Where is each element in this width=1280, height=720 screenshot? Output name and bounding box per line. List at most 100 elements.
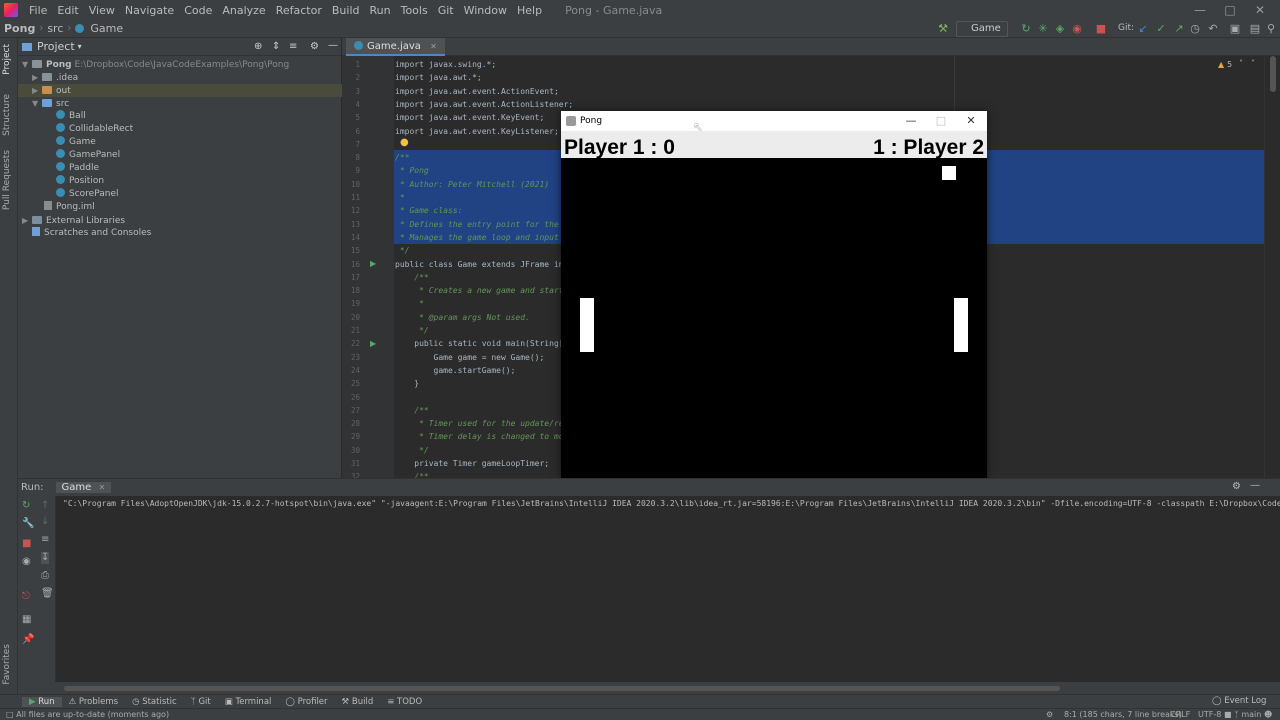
tree-item-pong[interactable]: ▼ Pong E:\Dropbox\Code\JavaCodeExamples\P… (18, 58, 289, 71)
breadcrumb-src[interactable]: src (43, 22, 67, 35)
pong-title-bar[interactable]: Pong — □ ✕ (561, 111, 987, 131)
tree-item-external-libraries[interactable]: ▶ External Libraries (18, 214, 125, 227)
tree-item-scorepanel[interactable]: ScorePanel (18, 188, 119, 201)
git-push-icon[interactable]: ↗ (1172, 22, 1186, 36)
status-message[interactable]: □ All files are up-to-date (moments ago) (6, 709, 169, 720)
menu-file[interactable]: File (24, 4, 52, 17)
breadcrumb-game[interactable]: Game (86, 22, 127, 35)
event-log-button[interactable]: ◯ Event Log (1212, 696, 1266, 706)
menu-tools[interactable]: Tools (396, 4, 433, 17)
collapse-all-icon[interactable]: ≡ (289, 41, 297, 52)
rerun-icon[interactable]: ↻ (1019, 22, 1033, 36)
gear-icon[interactable]: ⚙ (1232, 481, 1241, 492)
tree-item-gamepanel[interactable]: GamePanel (18, 149, 120, 162)
editor-tab-game-java[interactable]: Game.java ✕ (346, 38, 445, 56)
menu-edit[interactable]: Edit (52, 4, 83, 17)
menu-build[interactable]: Build (327, 4, 365, 17)
line-separator[interactable]: CRLF (1170, 709, 1190, 720)
arrow-down-icon[interactable]: ↓ (41, 516, 49, 528)
network-icon[interactable]: ⚙ (1046, 709, 1053, 720)
bottom-tab-profiler[interactable]: ◯ Profiler (278, 697, 334, 707)
project-panel-title[interactable]: Project (37, 40, 75, 53)
bottom-tab-terminal[interactable]: ▣ Terminal (218, 697, 279, 707)
tree-item-ball[interactable]: Ball (18, 110, 86, 123)
close-tab-icon[interactable]: ✕ (430, 42, 437, 51)
chevron-right-icon[interactable]: ▶ (32, 84, 42, 97)
pong-close-icon[interactable]: ✕ (956, 111, 986, 131)
tab-pull-requests[interactable]: Pull Requests (2, 150, 12, 210)
tree-item-src[interactable]: ▼ src (18, 97, 69, 110)
editor-scrollbar[interactable] (1264, 56, 1280, 478)
camera-icon[interactable]: ◉ (22, 556, 31, 568)
tab-structure[interactable]: Structure (2, 94, 12, 136)
chevron-down-icon[interactable]: ˅ (1251, 59, 1255, 68)
warning-icon[interactable]: ▲ (1218, 60, 1224, 69)
bottom-tab-todo[interactable]: ≡ TODO (380, 697, 429, 707)
hide-panel-icon[interactable]: — (328, 40, 338, 51)
rollback-icon[interactable]: ↶ (1206, 22, 1220, 36)
tree-item-scratches[interactable]: Scratches and Consoles (18, 227, 151, 240)
layout-icon[interactable]: ▦ (22, 614, 31, 626)
tree-item-idea[interactable]: ▶ .idea (18, 71, 78, 84)
print-icon[interactable]: ⎙ (41, 570, 49, 582)
lock-icon[interactable]: ■ (1224, 709, 1232, 720)
tree-item-game[interactable]: Game (18, 136, 96, 149)
soft-wrap-icon[interactable]: ≡ (41, 534, 49, 546)
inspection-icon[interactable]: ☻ (1264, 709, 1272, 720)
console-output[interactable]: "C:\Program Files\AdoptOpenJDK\jdk-15.0.… (56, 496, 1280, 682)
breadcrumb-project[interactable]: Pong (0, 22, 39, 35)
tree-item-paddle[interactable]: Paddle (18, 162, 99, 175)
run-config-select[interactable]: Game ▾ (956, 21, 1008, 48)
bottom-tab-build[interactable]: ⚒ Build (335, 697, 381, 707)
console-horizontal-scrollbar[interactable] (64, 686, 1060, 691)
menu-code[interactable]: Code (179, 4, 217, 17)
bottom-tab-run[interactable]: ▶ Run (22, 696, 62, 707)
tree-item-out[interactable]: ▶ out (18, 84, 342, 97)
scrollbar-thumb[interactable] (1270, 56, 1276, 92)
pong-minimize-icon[interactable]: — (896, 111, 926, 131)
profile-icon[interactable]: ◉ (1070, 22, 1084, 36)
stop-icon[interactable]: ■ (22, 538, 31, 550)
history-icon[interactable]: ◷ (1188, 22, 1202, 36)
lightbulb-icon[interactable]: ● (400, 137, 409, 148)
menu-analyze[interactable]: Analyze (217, 4, 270, 17)
expand-all-icon[interactable]: ⇕ (272, 41, 280, 52)
rerun-icon[interactable]: ↻ (22, 500, 30, 512)
caret-position[interactable]: 8:1 (185 chars, 7 line breaks) (1064, 709, 1182, 720)
tab-favorites[interactable]: Favorites (2, 644, 12, 685)
bottom-tab-statistic[interactable]: ◷ Statistic (125, 697, 184, 707)
chevron-right-icon[interactable]: ▶ (22, 214, 32, 227)
tree-item-position[interactable]: Position (18, 175, 104, 188)
hide-panel-icon[interactable]: — (1250, 480, 1260, 491)
git-update-icon[interactable]: ↙ (1136, 22, 1150, 36)
menu-run[interactable]: Run (365, 4, 396, 17)
run-gutter-icon[interactable]: ▶ (370, 259, 376, 268)
scroll-to-end-icon[interactable]: ↧ (41, 552, 50, 564)
git-branch-label[interactable]: ᛉ main (1234, 709, 1261, 720)
file-encoding[interactable]: UTF-8 (1198, 709, 1221, 720)
menu-help[interactable]: Help (512, 4, 547, 17)
chevron-down-icon[interactable]: ▼ (22, 58, 32, 71)
run-tab-game[interactable]: Game ✕ (55, 482, 112, 493)
exit-icon[interactable]: ⎋ (22, 591, 30, 603)
chevron-up-icon[interactable]: ˄ (1239, 59, 1243, 68)
chevron-down-icon[interactable]: ▾ (78, 42, 82, 51)
chevron-down-icon[interactable]: ▼ (32, 97, 42, 110)
pong-maximize-icon[interactable]: □ (926, 111, 956, 131)
menu-git[interactable]: Git (433, 4, 459, 17)
search-icon[interactable]: ⚲ (1264, 22, 1278, 36)
close-tab-icon[interactable]: ✕ (99, 483, 106, 492)
pong-window[interactable]: Pong — □ ✕ Player 1 : 0 1 : Player 2 (561, 111, 987, 478)
warning-count[interactable]: 5 (1227, 60, 1232, 69)
project-structure-icon[interactable]: ▣ (1228, 22, 1242, 36)
stop-icon[interactable]: ■ (1094, 22, 1108, 36)
tab-project[interactable]: Project (2, 44, 12, 75)
menu-view[interactable]: View (84, 4, 120, 17)
run-gutter-icon[interactable]: ▶ (370, 339, 376, 348)
layout-icon[interactable]: ▤ (1248, 22, 1262, 36)
bottom-tab-problems[interactable]: ⚠ Problems (62, 697, 126, 707)
debug-icon[interactable]: ✳ (1036, 22, 1050, 36)
menu-navigate[interactable]: Navigate (120, 4, 179, 17)
pin-icon[interactable]: 📌 (22, 634, 34, 646)
trash-icon[interactable]: 🗑 (41, 588, 54, 600)
